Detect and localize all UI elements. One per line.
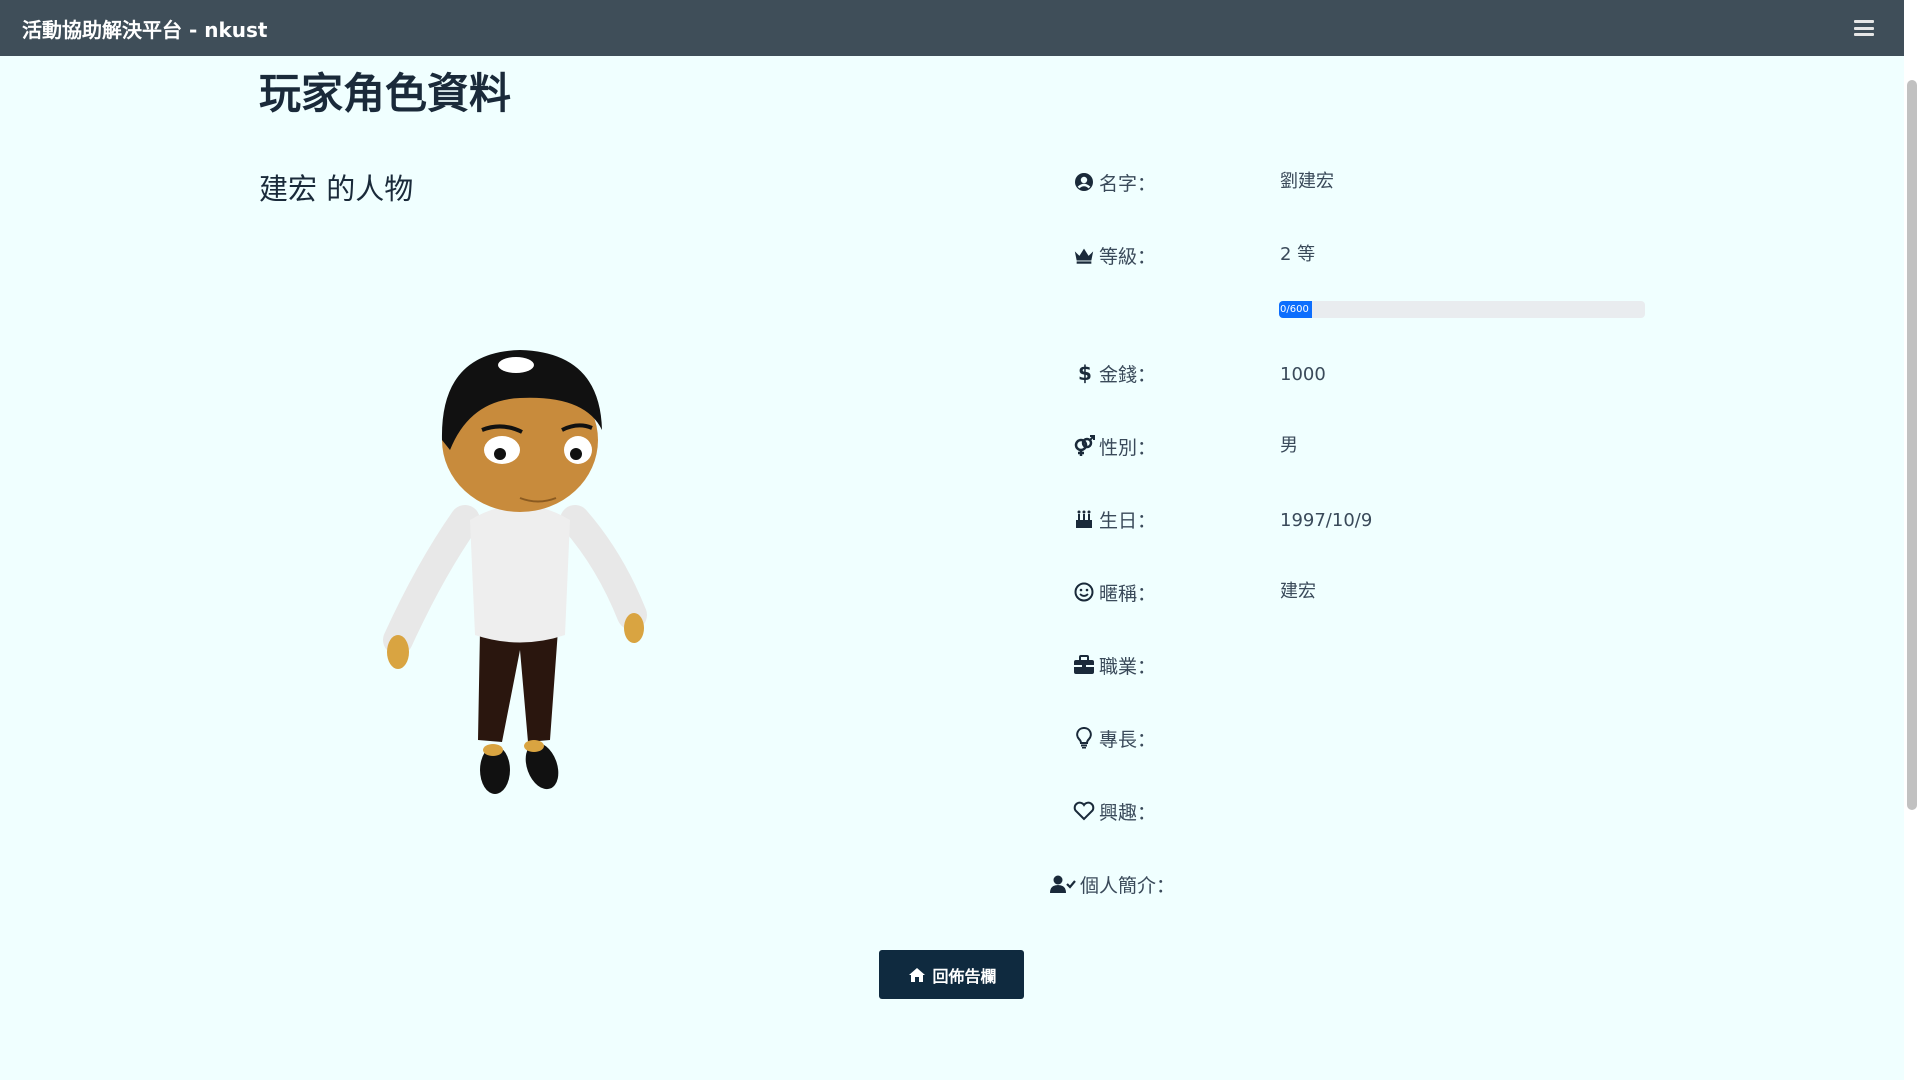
birthday-cake-icon <box>1073 508 1095 530</box>
page-title: 玩家角色資料 <box>259 69 512 118</box>
level-value: 2 等 <box>1280 244 1316 265</box>
briefcase-icon <box>1073 654 1095 676</box>
bio-label: 個人簡介： <box>1080 874 1176 897</box>
gender-value: 男 <box>1280 435 1298 456</box>
character-heading: 建宏 的人物 <box>259 172 414 206</box>
interests-label: 興趣： <box>1098 801 1156 824</box>
top-navbar: 活動協助解決平台 - nkust <box>0 0 1904 56</box>
occupation-label: 職業： <box>1098 655 1156 678</box>
profile-row-occupation: 職業： <box>1040 650 1156 680</box>
menu-toggle-icon[interactable] <box>1854 20 1874 36</box>
home-icon <box>906 964 928 986</box>
profile-row-specialty: 專長： <box>1040 723 1156 753</box>
user-check-icon <box>1050 873 1076 895</box>
gender-icon <box>1073 435 1095 457</box>
user-circle-icon <box>1073 171 1095 193</box>
crown-icon <box>1073 244 1095 266</box>
money-value: 1000 <box>1280 364 1326 385</box>
svg-text:$: $ <box>1078 362 1091 384</box>
name-label: 名字： <box>1098 172 1156 195</box>
birthday-label: 生日： <box>1098 509 1156 532</box>
profile-row-bio: 個人簡介： <box>1050 869 1190 899</box>
level-label: 等級： <box>1098 245 1156 268</box>
profile-row-money: $ 金錢： <box>1040 358 1156 388</box>
money-label: 金錢： <box>1098 363 1156 386</box>
scrollbar-thumb[interactable] <box>1907 80 1917 810</box>
heart-icon <box>1073 800 1095 822</box>
dollar-icon: $ <box>1073 362 1095 384</box>
gender-label: 性別： <box>1098 436 1156 459</box>
birthday-value: 1997/10/9 <box>1280 510 1373 531</box>
lightbulb-icon <box>1073 727 1095 749</box>
profile-row-birthday: 生日： <box>1040 504 1156 534</box>
nickname-label: 暱稱： <box>1098 582 1156 605</box>
specialty-label: 專長： <box>1098 728 1156 751</box>
profile-row-gender: 性別： <box>1040 431 1156 461</box>
smile-icon <box>1073 581 1095 603</box>
page-scrollbar[interactable] <box>1904 0 1920 1080</box>
nickname-value: 建宏 <box>1280 581 1316 602</box>
experience-progress-bar: 0/600 <box>1279 301 1645 318</box>
name-value: 劉建宏 <box>1280 171 1334 192</box>
back-to-bulletin-button[interactable]: 回佈告欄 <box>879 950 1024 999</box>
character-avatar <box>383 350 647 794</box>
profile-row-name: 名字： <box>1040 167 1156 197</box>
profile-row-interests: 興趣： <box>1040 796 1156 826</box>
experience-progress-fill: 0/600 <box>1279 301 1312 318</box>
brand-title[interactable]: 活動協助解決平台 - nkust <box>22 14 267 43</box>
profile-row-level: 等級： <box>1040 240 1156 270</box>
profile-row-nickname: 暱稱： <box>1040 577 1156 607</box>
back-button-label: 回佈告欄 <box>932 966 997 986</box>
